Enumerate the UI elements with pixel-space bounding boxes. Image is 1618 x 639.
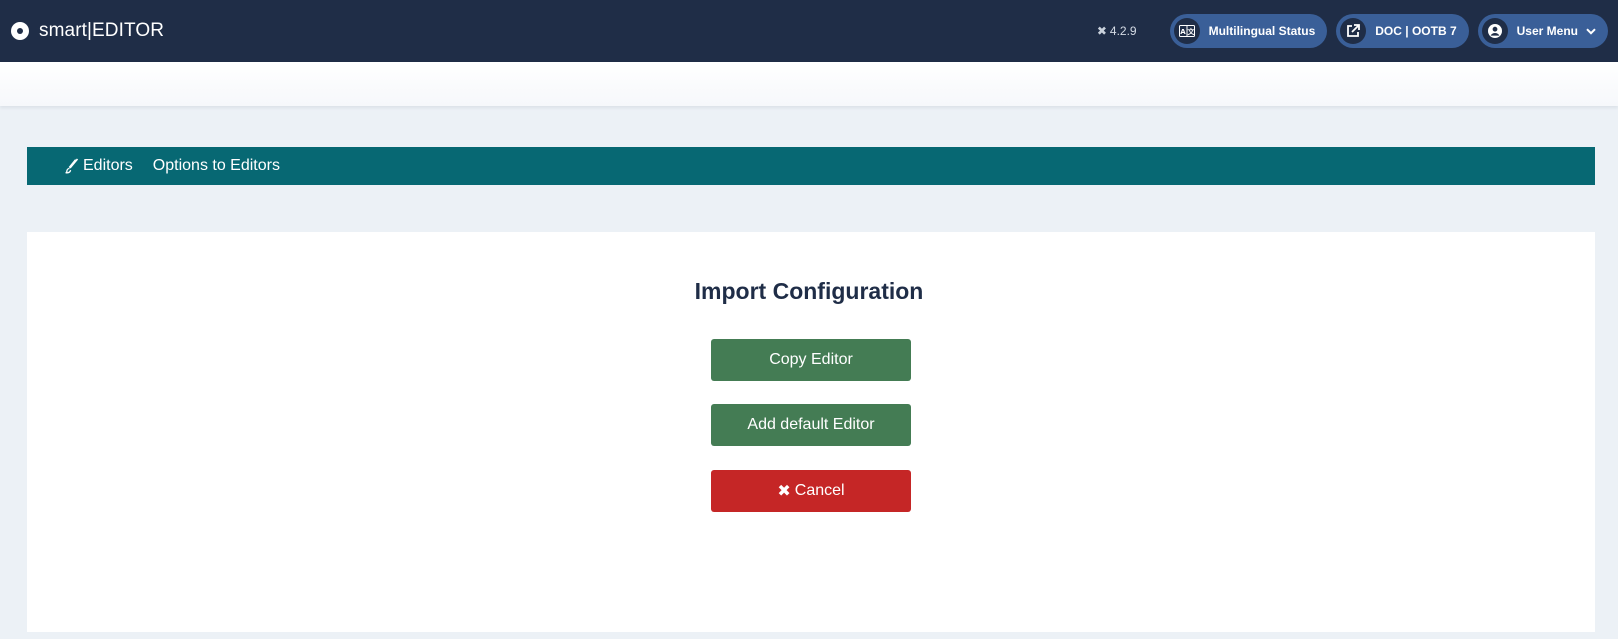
nav-item-options-label: Options to Editors: [152, 157, 280, 174]
user-menu-label: User Menu: [1516, 24, 1578, 38]
cancel-button[interactable]: ✖ Cancel: [711, 470, 911, 512]
copy-editor-button[interactable]: Copy Editor: [711, 339, 911, 381]
svg-text:文: 文: [1187, 27, 1195, 36]
version-number: 4.2.9: [1109, 24, 1137, 38]
editor-navbar: Editors Options to Editors: [27, 147, 1595, 185]
brand-name: smart|EDITOR: [39, 20, 165, 41]
external-link-icon: [1340, 18, 1367, 44]
logo-icon: [11, 22, 29, 40]
cancel-button-label: Cancel: [794, 482, 845, 499]
page-title: Import Configuration: [694, 278, 924, 304]
svg-text:A: A: [1180, 28, 1186, 36]
subheader-strip: [0, 62, 1618, 106]
brand[interactable]: smart|EDITOR: [11, 0, 164, 62]
user-menu-button[interactable]: User Menu: [1477, 14, 1608, 48]
multilingual-status-label: Multilingual Status: [1208, 24, 1316, 38]
brush-icon: [65, 158, 79, 174]
version-info: ✖ 4.2.9: [1097, 24, 1137, 38]
user-icon: [1481, 18, 1508, 44]
chevron-down-icon: [1586, 24, 1596, 38]
doc-link-button[interactable]: DOC | OOTB 7: [1336, 14, 1469, 48]
language-icon: A 文: [1173, 18, 1200, 44]
close-icon: ✖: [777, 483, 791, 500]
multilingual-status-button[interactable]: A 文 Multilingual Status: [1169, 14, 1328, 48]
header-actions: ✖ 4.2.9 A 文 Multilingual Status DOC | OO…: [1097, 0, 1608, 62]
nav-item-editors-label: Editors: [83, 157, 133, 174]
add-default-editor-button[interactable]: Add default Editor: [711, 404, 911, 446]
doc-link-label: DOC | OOTB 7: [1375, 24, 1457, 38]
joomla-icon: ✖: [1096, 24, 1107, 38]
nav-item-editors[interactable]: Editors: [65, 157, 133, 175]
nav-item-options-to-editors[interactable]: Options to Editors: [153, 157, 280, 175]
top-header: smart|EDITOR ✖ 4.2.9 A 文 Multilingual St…: [0, 0, 1618, 62]
